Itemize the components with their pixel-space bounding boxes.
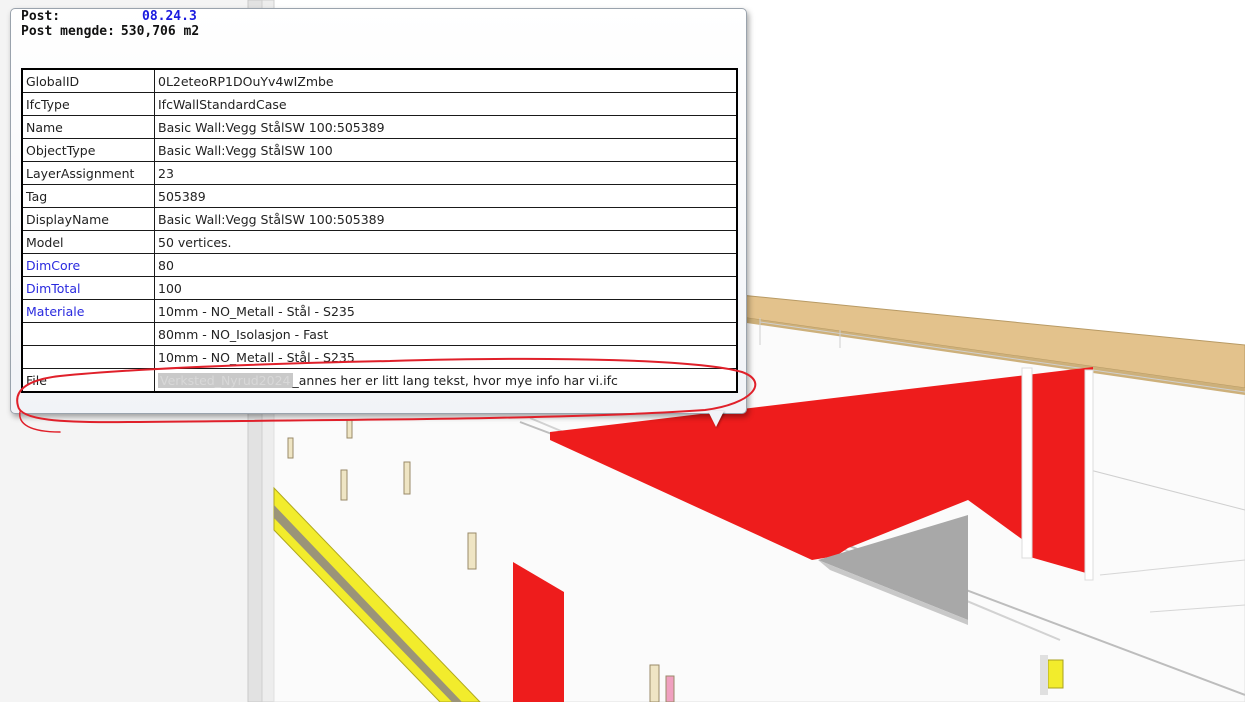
property-key: Model bbox=[21, 230, 155, 254]
table-row: Model 50 vertices. bbox=[21, 230, 738, 254]
property-key-link[interactable]: Materiale bbox=[21, 299, 155, 323]
file-name-text: _annes her er litt lang tekst, hvor mye … bbox=[292, 372, 618, 388]
property-value: IfcWallStandardCase bbox=[154, 92, 738, 116]
property-key: ObjectType bbox=[21, 138, 155, 162]
property-value: Basic Wall:Vegg StålSW 100:505389 bbox=[154, 115, 738, 139]
property-key: IfcType bbox=[21, 92, 155, 116]
table-row: DimTotal 100 bbox=[21, 276, 738, 300]
post-mengde-label: Post mengde: bbox=[21, 24, 115, 39]
property-key bbox=[21, 345, 155, 369]
file-row: File Verksted_Nyrud2024 _annes her er lit… bbox=[21, 368, 738, 393]
properties-tooltip: Post: 08.24.3 Post mengde: 530,706 m2 Glo… bbox=[10, 8, 747, 414]
property-value: 10mm - NO_Metall - Stål - S235 bbox=[154, 299, 738, 323]
property-key: DisplayName bbox=[21, 207, 155, 231]
property-value: 100 bbox=[154, 276, 738, 300]
tooltip-pointer bbox=[708, 411, 724, 427]
table-row: DimCore 80 bbox=[21, 253, 738, 277]
property-key bbox=[21, 322, 155, 346]
property-value: 0L2eteoRP1DOuYv4wIZmbe bbox=[154, 68, 738, 93]
property-value: 10mm - NO_Metall - Stål - S235 bbox=[154, 345, 738, 369]
post-value: 08.24.3 bbox=[142, 9, 197, 24]
table-row: IfcType IfcWallStandardCase bbox=[21, 92, 738, 116]
table-row: LayerAssignment 23 bbox=[21, 161, 738, 185]
table-row: 80mm - NO_Isolasjon - Fast bbox=[21, 322, 738, 346]
properties-table: GlobalID 0L2eteoRP1DOuYv4wIZmbe IfcType … bbox=[21, 68, 738, 393]
file-key: File bbox=[21, 368, 155, 393]
table-row: 10mm - NO_Metall - Stål - S235 bbox=[21, 345, 738, 369]
property-value: Basic Wall:Vegg StålSW 100 bbox=[154, 138, 738, 162]
post-mengde-value: 530,706 m2 bbox=[120, 24, 200, 39]
3d-viewport[interactable]: Post: 08.24.3 Post mengde: 530,706 m2 Glo… bbox=[0, 0, 1245, 702]
post-mengde-header: Post mengde: 530,706 m2 bbox=[21, 24, 199, 39]
property-key-link[interactable]: DimCore bbox=[21, 253, 155, 277]
file-name-redacted: Verksted_Nyrud2024 bbox=[158, 372, 293, 388]
property-key: LayerAssignment bbox=[21, 161, 155, 185]
property-key: Name bbox=[21, 115, 155, 139]
table-row: Tag 505389 bbox=[21, 184, 738, 208]
table-row: Materiale 10mm - NO_Metall - Stål - S235 bbox=[21, 299, 738, 323]
table-row: ObjectType Basic Wall:Vegg StålSW 100 bbox=[21, 138, 738, 162]
property-key: GlobalID bbox=[21, 68, 155, 93]
property-value: Basic Wall:Vegg StålSW 100:505389 bbox=[154, 207, 738, 231]
property-key-link[interactable]: DimTotal bbox=[21, 276, 155, 300]
property-key: Tag bbox=[21, 184, 155, 208]
property-value: 80 bbox=[154, 253, 738, 277]
property-value: 23 bbox=[154, 161, 738, 185]
post-label: Post: bbox=[21, 9, 61, 24]
property-value: 505389 bbox=[154, 184, 738, 208]
file-value: Verksted_Nyrud2024 _annes her er litt lan… bbox=[154, 368, 738, 393]
property-value: 50 vertices. bbox=[154, 230, 738, 254]
table-row: GlobalID 0L2eteoRP1DOuYv4wIZmbe bbox=[21, 68, 738, 93]
property-value: 80mm - NO_Isolasjon - Fast bbox=[154, 322, 738, 346]
table-row: Name Basic Wall:Vegg StålSW 100:505389 bbox=[21, 115, 738, 139]
table-row: DisplayName Basic Wall:Vegg StålSW 100:5… bbox=[21, 207, 738, 231]
post-header: Post: 08.24.3 bbox=[21, 9, 197, 24]
